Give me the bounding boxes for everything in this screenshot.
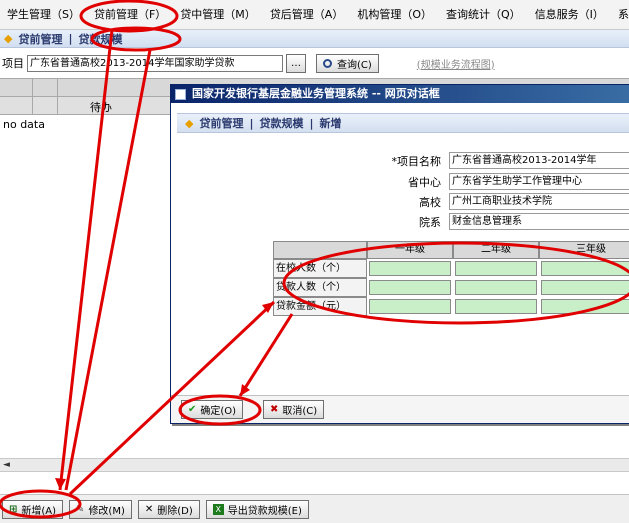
grid-corner-cell [273, 241, 367, 259]
confirm-button-label: 确定(O) [200, 406, 237, 417]
grid-header-grade-3: 三年级 [539, 241, 629, 259]
edit-button[interactable]: ✎ 修改(M) [69, 499, 132, 519]
dialog-button-bar: ✔ 确定(O) ✖ 取消(C) [171, 395, 629, 423]
export-button-label: 导出贷款规模(E) [227, 505, 302, 517]
pencil-icon: ✎ [76, 503, 85, 515]
dialog-title: 国家开发银行基层金融业务管理系统 -- 网页对话框 [192, 87, 440, 100]
main-menu-bar: 学生管理（S） 贷前管理（F） 贷中管理（M） 贷后管理（A） 机构管理（O） … [0, 0, 629, 30]
project-label: 项目 [2, 57, 24, 70]
bottom-toolbar: ⊞ 新增(A) ✎ 修改(M) ✕ 删除(D) X 导出贷款规模(E) [0, 494, 629, 523]
query-button[interactable]: 查询(C) [316, 53, 379, 73]
grid-row-loan-amount: 贷款金额（元） [273, 297, 367, 316]
university-label: 高校 [419, 196, 441, 209]
grid-row-enrolled-count: 在校人数（个） [273, 259, 367, 278]
menu-information-service[interactable]: 信息服务（I） [528, 0, 611, 29]
breadcrumb: ◆ 贷前管理 | 贷款规模 [0, 30, 629, 48]
add-button[interactable]: ⊞ 新增(A) [2, 499, 64, 519]
grid-header-grade-2: 二年级 [453, 241, 539, 259]
breadcrumb-pre-loan[interactable]: 贷前管理 [18, 31, 62, 47]
star-icon: ◆ [4, 32, 13, 45]
delete-button-label: 删除(D) [157, 505, 193, 517]
excel-icon: X [212, 503, 224, 515]
add-loan-scale-dialog: 国家开发银行基层金融业务管理系统 -- 网页对话框 ◆ 贷前管理 | 贷款规模 … [170, 84, 629, 424]
table-header-divider-2 [57, 79, 58, 115]
cancel-button-label: 取消(C) [282, 406, 318, 417]
menu-pre-loan-management[interactable]: 贷前管理（F） [87, 0, 173, 29]
grid-header-grade-1: 一年级 [367, 241, 453, 259]
dialog-crumb-add: 新增 [319, 117, 342, 130]
loan-count-grade-1-input[interactable] [369, 280, 451, 295]
enrolled-grade-3-input[interactable] [541, 261, 629, 276]
province-center-field[interactable]: 广东省学生助学工作管理中心 [449, 173, 629, 190]
menu-student-management[interactable]: 学生管理（S） [0, 0, 87, 29]
loan-amount-grade-3-input[interactable] [541, 299, 629, 314]
horizontal-scrollbar[interactable]: ◄ [0, 458, 629, 472]
loan-amount-grade-2-input[interactable] [455, 299, 537, 314]
department-field[interactable]: 财金信息管理系 [449, 213, 629, 230]
checkmark-icon: ✔ [188, 404, 197, 415]
business-flow-link[interactable]: (规模业务流程图) [417, 56, 495, 71]
menu-institution-management[interactable]: 机构管理（O） [350, 0, 439, 29]
scroll-left-icon[interactable]: ◄ [3, 459, 10, 471]
query-button-label: 查询(C) [337, 59, 372, 71]
loan-amount-grade-1-input[interactable] [369, 299, 451, 314]
dialog-title-bar[interactable]: 国家开发银行基层金融业务管理系统 -- 网页对话框 [171, 85, 629, 103]
delete-button[interactable]: ✕ 删除(D) [137, 499, 200, 519]
dialog-breadcrumb: ◆ 贷前管理 | 贷款规模 | 新增 [177, 113, 629, 133]
menu-post-loan-management[interactable]: 贷后管理（A） [263, 0, 351, 29]
x-icon: ✕ [144, 503, 154, 515]
table-header-divider [32, 79, 33, 115]
cancel-button[interactable]: ✖ 取消(C) [263, 400, 325, 419]
table-header-pending: 待办 [90, 101, 112, 114]
star-icon: ◆ [185, 116, 194, 130]
dialog-crumb-separator: | [309, 116, 314, 130]
grid-row-loan-count: 贷款人数（个） [273, 278, 367, 297]
dialog-crumb-loan-scale: 贷款规模 [259, 117, 304, 130]
magnifier-icon [323, 58, 332, 68]
window-icon [175, 88, 186, 100]
project-input[interactable]: 广东省普通高校2013-2014学年国家助学贷款 [27, 54, 283, 72]
cross-icon: ✖ [270, 404, 279, 415]
project-name-field[interactable]: 广东省普通高校2013-2014学年 [449, 152, 629, 169]
dialog-crumb-separator: | [249, 116, 254, 130]
menu-query-statistics[interactable]: 查询统计（Q） [439, 0, 528, 29]
export-loan-scale-button[interactable]: X 导出贷款规模(E) [205, 499, 309, 519]
add-button-label: 新增(A) [21, 505, 57, 517]
annotation-arrowhead-1 [55, 478, 66, 490]
enrolled-grade-1-input[interactable] [369, 261, 451, 276]
breadcrumb-loan-scale[interactable]: 贷款规模 [79, 31, 123, 47]
confirm-button[interactable]: ✔ 确定(O) [181, 400, 244, 419]
search-row: 项目 广东省普通高校2013-2014学年国家助学贷款 … 查询(C) (规模业… [0, 50, 629, 76]
table-empty-text: no data [3, 118, 45, 131]
plus-icon: ⊞ [9, 503, 18, 515]
loan-count-grade-2-input[interactable] [455, 280, 537, 295]
dialog-crumb-pre-loan: 贷前管理 [199, 117, 244, 130]
menu-system[interactable]: 系 [611, 0, 629, 29]
project-browse-button[interactable]: … [286, 53, 306, 73]
province-center-label: 省中心 [408, 176, 441, 189]
project-name-label: *项目名称 [391, 155, 442, 168]
menu-in-loan-management[interactable]: 贷中管理（M） [173, 0, 263, 29]
loan-count-grade-3-input[interactable] [541, 280, 629, 295]
enrolled-grade-2-input[interactable] [455, 261, 537, 276]
edit-button-label: 修改(M) [88, 505, 125, 517]
university-field[interactable]: 广州工商职业技术学院 [449, 193, 629, 210]
breadcrumb-separator: | [68, 32, 73, 45]
department-label: 院系 [419, 216, 441, 229]
